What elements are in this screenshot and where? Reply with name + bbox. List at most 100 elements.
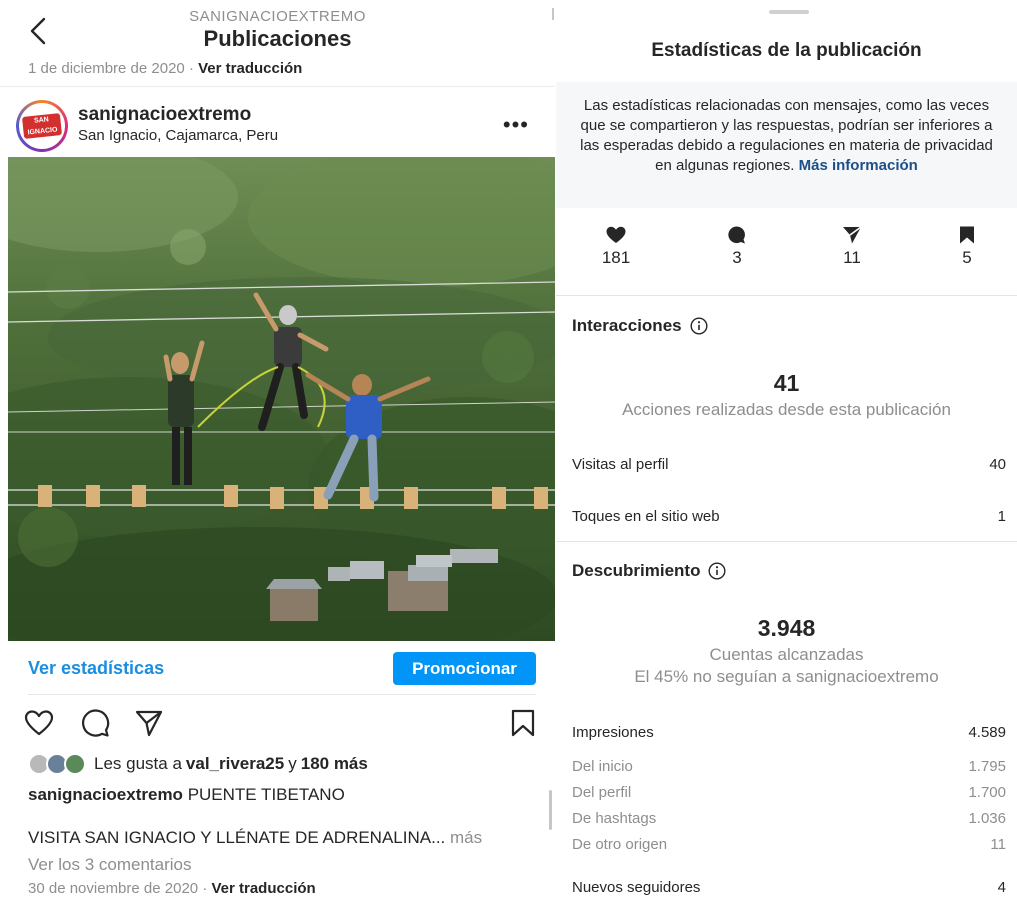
caption-text: PUENTE TIBETANO [187,785,345,804]
row-label: Del inicio [572,758,633,775]
post-username[interactable]: sanignacioextremo [78,104,251,126]
avatar[interactable]: SAN IGNACIO EXTREMO [16,100,68,152]
comment-icon[interactable] [80,708,110,738]
view-comments-link[interactable]: Ver los 3 comentarios [28,855,191,875]
metrics-row: 181 3 11 5 [556,222,1017,282]
divider [552,8,554,20]
learn-more-link[interactable]: Más información [799,157,918,174]
privacy-notice: Las estadísticas relacionadas con mensaj… [556,82,1017,208]
row-value: 1.700 [968,784,1006,801]
heart-filled-icon [606,226,626,243]
likes-others[interactable]: 180 más [301,754,368,774]
new-followers-row: Nuevos seguidores 4 [572,879,1006,896]
scrollbar[interactable] [549,790,552,830]
divider [556,295,1017,296]
promote-button[interactable]: Promocionar [393,652,536,685]
source-profile-row: Del perfil 1.700 [572,784,1006,801]
share-filled-icon [843,226,862,244]
metric-likes-value: 181 [601,248,631,267]
metric-shares: 11 [822,222,882,268]
divider [0,86,555,87]
website-taps-row: Toques en el sitio web 1 [572,508,1006,525]
insights-title: Estadísticas de la publicación [651,40,922,61]
post-photo[interactable] [8,157,555,641]
interactions-title: Interacciones [572,316,708,336]
row-label: De otro origen [572,836,668,853]
likes-prefix: Les gusta a [94,754,182,773]
previous-post-date: 1 de diciembre de 2020 · Ver traducción [28,60,302,77]
row-label: Del perfil [572,784,632,801]
reach-nonfollowers: El 45% no seguían a sanignacioextremo [634,667,939,686]
row-label: Visitas al perfil [572,456,669,473]
post-panel: SANIGNACIOEXTREMO Publicaciones 1 de dic… [0,0,555,908]
date-separator: · [202,880,208,897]
translate-link[interactable]: Ver traducción [211,880,315,897]
header: SANIGNACIOEXTREMO Publicaciones [0,0,555,58]
row-label: Nuevos seguidores [572,879,701,896]
info-icon[interactable] [708,562,726,580]
insights-sheet: Estadísticas de la publicación Las estad… [556,0,1017,908]
header-username: SANIGNACIOEXTREMO [189,8,366,25]
more-horizontal-icon[interactable]: ••• [503,112,529,138]
post-date: 30 de noviembre de 2020 · Ver traducción [28,880,316,897]
discovery-title-text: Descubrimiento [572,561,701,580]
bookmark-filled-icon [960,226,974,244]
metric-shares-value: 11 [843,248,861,267]
discovery-title: Descubrimiento [572,561,726,581]
reach-subtitle: Cuentas alcanzadas [709,645,864,664]
divider [28,694,536,695]
liker-avatars [28,753,90,775]
likes-connector: y [288,754,297,773]
impressions-row: Impresiones 4.589 [572,724,1006,741]
avatar [64,753,86,775]
post-date-text: 30 de noviembre de 2020 [28,880,199,897]
date-separator: · [188,60,194,77]
avatar-logo: SAN IGNACIO EXTREMO [21,113,63,147]
caption-more-link[interactable]: más [450,828,482,847]
sheet-grabber[interactable] [769,10,809,14]
likes-summary[interactable]: Les gusta a val_rivera25 y 180 más [28,753,368,775]
row-label: De hashtags [572,810,657,827]
row-value: 1.036 [968,810,1006,827]
divider [556,541,1017,542]
interactions-title-text: Interacciones [572,316,682,335]
previous-post-date-text: 1 de diciembre de 2020 [28,60,185,77]
row-label: Impresiones [572,724,654,741]
comment-filled-icon [728,226,745,244]
metric-comments-value: 3 [732,248,742,267]
interactions-total: 41 [773,370,800,396]
view-stats-link[interactable]: Ver estadísticas [28,658,164,679]
bookmark-icon[interactable] [508,708,538,738]
profile-visits-row: Visitas al perfil 40 [572,456,1006,473]
reach-total: 3.948 [757,615,816,641]
row-value: 1.795 [968,758,1006,775]
share-icon[interactable] [134,708,164,738]
source-home-row: Del inicio 1.795 [572,758,1006,775]
metric-saves: 5 [937,222,997,268]
liker-username[interactable]: val_rivera25 [186,754,284,774]
post-location[interactable]: San Ignacio, Cajamarca, Peru [78,127,278,144]
post-header: SAN IGNACIO EXTREMO sanignacioextremo Sa… [0,100,555,152]
caption: sanignacioextremo PUENTE TIBETANO [28,785,345,805]
previous-translate-link[interactable]: Ver traducción [198,60,302,77]
row-value: 11 [990,836,1006,853]
page-title: Publicaciones [203,26,352,51]
heart-icon[interactable] [24,708,54,738]
caption-line2: VISITA SAN IGNACIO Y LLÉNATE DE ADRENALI… [28,828,482,848]
interactions-subtitle: Acciones realizadas desde esta publicaci… [622,400,951,419]
metric-comments: 3 [707,222,767,268]
info-icon[interactable] [690,317,708,335]
metric-likes: 181 [586,222,646,268]
caption-username[interactable]: sanignacioextremo [28,785,183,804]
source-hashtags-row: De hashtags 1.036 [572,810,1006,827]
row-value: 40 [989,456,1006,473]
post-photo-image [8,157,555,641]
action-bar [24,708,538,738]
row-label: Toques en el sitio web [572,508,720,525]
privacy-notice-text: Las estadísticas relacionadas con mensaj… [580,97,993,174]
caption-line2-text: VISITA SAN IGNACIO Y LLÉNATE DE ADRENALI… [28,828,446,847]
source-other-row: De otro origen 11 [572,836,1006,853]
metric-saves-value: 5 [962,248,972,267]
row-value: 4.589 [968,724,1006,741]
row-value: 1 [997,508,1006,525]
